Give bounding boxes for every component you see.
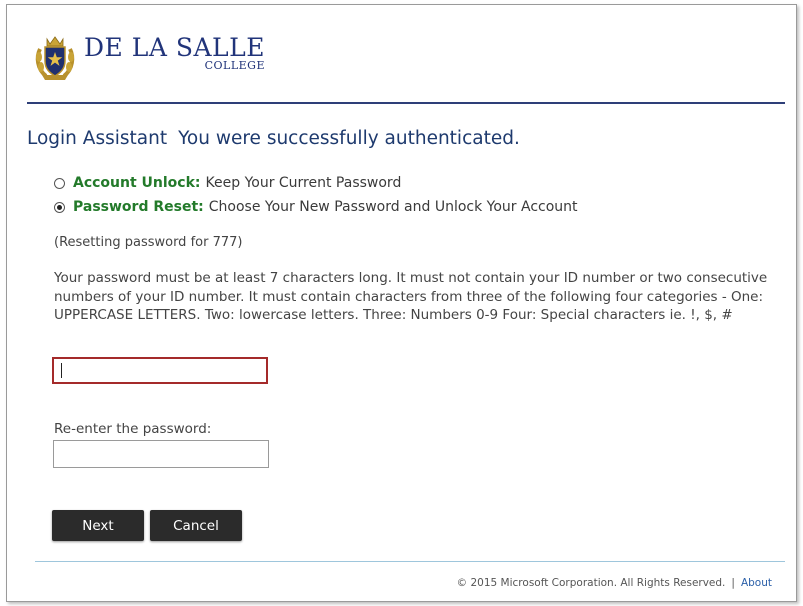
new-password-input[interactable]: [52, 357, 268, 384]
footer-divider: [35, 561, 785, 562]
text-cursor: [61, 363, 62, 378]
footer: © 2015 Microsoft Corporation. All Rights…: [457, 577, 772, 589]
login-assistant-window: DE LA SALLE COLLEGE Login Assistant You w…: [6, 4, 797, 602]
page-title-text: Login Assistant: [27, 128, 168, 149]
college-logo: DE LA SALLE COLLEGE: [34, 35, 265, 81]
copyright-text: © 2015 Microsoft Corporation. All Rights…: [456, 577, 726, 589]
password-reset-description: Choose Your New Password and Unlock Your…: [208, 199, 578, 215]
next-button[interactable]: Next: [52, 510, 144, 541]
password-reset-radio[interactable]: [54, 201, 65, 213]
account-unlock-title: Account Unlock:: [73, 175, 201, 191]
password-reset-title: Password Reset:: [73, 199, 204, 215]
header-divider: [27, 102, 785, 104]
cancel-button[interactable]: Cancel: [150, 510, 242, 541]
account-unlock-option[interactable]: Account Unlock: Keep Your Current Passwo…: [54, 175, 401, 191]
reenter-password-label: Re-enter the password:: [54, 421, 212, 437]
account-unlock-radio[interactable]: [54, 177, 65, 189]
resetting-account-note: (Resetting password for 777): [54, 235, 243, 250]
page-title: Login Assistant You were successfully aut…: [27, 128, 520, 149]
account-unlock-description: Keep Your Current Password: [205, 175, 402, 191]
password-requirements-text: Your password must be at least 7 charact…: [54, 270, 768, 323]
auth-status-message: You were successfully authenticated.: [178, 128, 520, 149]
reenter-password-input[interactable]: [53, 440, 269, 468]
about-link[interactable]: About: [741, 577, 772, 589]
school-crest-icon: [35, 36, 75, 80]
footer-separator: |: [731, 577, 735, 589]
college-name: DE LA SALLE: [84, 33, 265, 62]
password-reset-option[interactable]: Password Reset: Choose Your New Password…: [54, 199, 578, 215]
